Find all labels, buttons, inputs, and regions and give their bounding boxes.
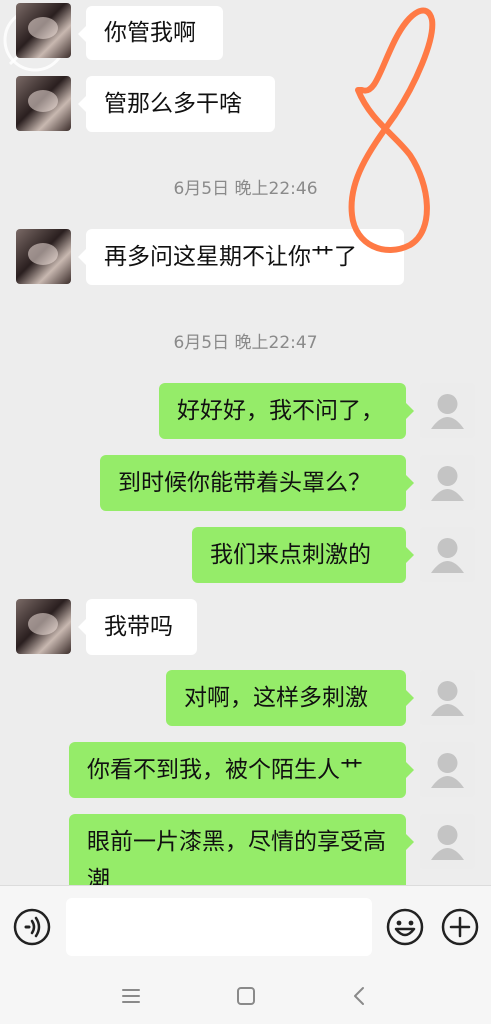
timestamp: 6月5日 晚上22:46 — [173, 179, 318, 199]
incoming-message: 再多问这星期不让你艹了 — [78, 229, 404, 285]
incoming-message: 我带吗 — [78, 599, 197, 655]
incoming-message: 管那么多干啥 — [78, 76, 275, 132]
plus-icon[interactable] — [441, 908, 479, 946]
outgoing-message: 对啊，这样多刺激 — [166, 670, 414, 726]
timestamp: 6月5日 晚上22:47 — [173, 333, 318, 353]
back-icon[interactable] — [347, 983, 373, 1009]
outgoing-message: 你看不到我，被个陌生人艹 — [69, 742, 414, 798]
my-avatar[interactable] — [420, 527, 475, 582]
my-avatar[interactable] — [420, 742, 475, 797]
contact-avatar[interactable] — [16, 229, 71, 284]
outgoing-message: 好好好，我不问了， — [159, 383, 414, 439]
my-avatar[interactable] — [420, 383, 475, 438]
voice-icon[interactable] — [13, 908, 51, 946]
scribble-annotation — [340, 0, 450, 260]
my-avatar[interactable] — [420, 670, 475, 725]
my-avatar[interactable] — [420, 814, 475, 869]
contact-avatar[interactable] — [16, 599, 71, 654]
home-icon[interactable] — [233, 983, 259, 1009]
contact-avatar[interactable] — [16, 3, 71, 58]
my-avatar[interactable] — [420, 455, 475, 510]
emoji-icon[interactable] — [386, 908, 424, 946]
input-bar — [0, 885, 491, 968]
incoming-message: 你管我啊 — [78, 6, 223, 60]
outgoing-message: 到时候你能带着头罩么？ — [100, 455, 414, 511]
menu-icon[interactable] — [118, 983, 144, 1009]
message-input[interactable] — [66, 898, 372, 956]
outgoing-message: 我们来点刺激的 — [192, 527, 414, 583]
contact-avatar[interactable] — [16, 76, 71, 131]
system-nav-bar — [0, 967, 491, 1024]
